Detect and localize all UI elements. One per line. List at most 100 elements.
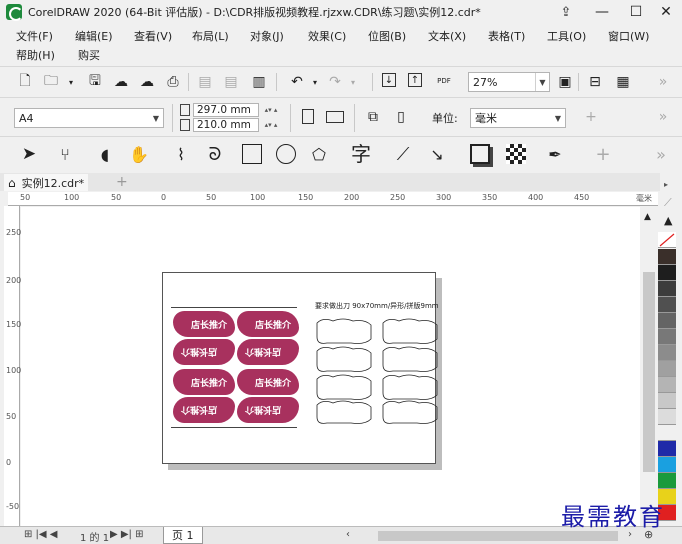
all-pages-icon[interactable]: ⧉ xyxy=(364,108,382,126)
menu-help[interactable]: 帮助(H) xyxy=(14,46,57,64)
color-swatch[interactable] xyxy=(658,345,676,361)
import-icon[interactable]: ↓ xyxy=(382,73,396,87)
palette-up-icon[interactable]: ▲ xyxy=(664,214,672,227)
add-icon[interactable]: + xyxy=(582,108,600,126)
current-page-icon[interactable]: ▯ xyxy=(392,108,410,126)
color-palette[interactable] xyxy=(658,232,676,532)
rulers-toggle-icon[interactable]: ⊟ xyxy=(586,73,604,91)
color-swatch[interactable] xyxy=(658,297,676,313)
color-swatch[interactable] xyxy=(658,393,676,409)
grid-toggle-icon[interactable]: ▦ xyxy=(614,73,632,91)
color-swatch[interactable] xyxy=(658,265,676,281)
menu-view[interactable]: 查看(V) xyxy=(132,27,174,45)
redo-icon[interactable]: ↷ xyxy=(326,73,344,91)
crop-tool-icon[interactable]: ◖ xyxy=(96,145,114,164)
menu-table[interactable]: 表格(T) xyxy=(486,27,527,45)
pan-tool-icon[interactable]: ✋ xyxy=(129,145,149,164)
sticker[interactable]: 店长推介 xyxy=(173,397,235,423)
paste-icon[interactable]: ▥ xyxy=(250,73,268,91)
overflow-chevron-icon[interactable]: » xyxy=(654,73,672,91)
print-icon[interactable]: ⎙ xyxy=(164,73,182,91)
menu-layout[interactable]: 布局(L) xyxy=(190,27,231,45)
sticker[interactable]: 店长推介 xyxy=(237,339,299,365)
scroll-left-icon[interactable]: ‹ xyxy=(346,529,350,540)
color-swatch[interactable] xyxy=(658,409,676,425)
artistic-media-icon[interactable]: ᘐ xyxy=(206,144,224,165)
height-spinner-icon[interactable]: ▴▾ ▴ xyxy=(260,118,282,132)
color-swatch[interactable] xyxy=(658,361,676,377)
horizontal-scrollbar-thumb[interactable] xyxy=(378,531,618,541)
cloud-download-icon[interactable]: ☁ xyxy=(138,73,156,91)
sticker[interactable]: 店长推介 xyxy=(173,369,235,395)
export-icon[interactable]: ↑ xyxy=(408,73,422,87)
new-document-icon[interactable]: 🗋 xyxy=(16,73,34,91)
color-swatch[interactable] xyxy=(658,313,676,329)
connector-tool-icon[interactable]: ↘ xyxy=(428,145,446,164)
ellipse-tool-icon[interactable] xyxy=(276,144,296,164)
docker-expand-icon[interactable]: ▸ xyxy=(664,180,668,189)
menu-file[interactable]: 文件(F) xyxy=(14,27,55,45)
die-cut-outlines[interactable] xyxy=(313,317,443,427)
vertical-scrollbar-thumb[interactable] xyxy=(643,272,655,472)
portrait-icon[interactable] xyxy=(302,109,314,124)
document-page[interactable]: 店长推介 店长推介 店长推介 店长推介 店长推介 店长推介 店长推介 店长推介 xyxy=(162,272,439,464)
chevron-down-icon[interactable]: ▼ xyxy=(149,109,163,127)
chevron-down-icon[interactable]: ▼ xyxy=(535,73,549,91)
color-swatch[interactable] xyxy=(658,425,676,441)
menu-window[interactable]: 窗口(W) xyxy=(606,27,651,45)
redo-dropdown-icon[interactable]: ▾ xyxy=(344,73,362,91)
minimize-button[interactable]: — xyxy=(586,0,618,24)
add-tool-icon[interactable]: + xyxy=(594,144,612,165)
sticker[interactable]: 店长推介 xyxy=(237,369,299,395)
chevron-down-icon[interactable]: ▼ xyxy=(551,109,565,127)
maximize-button[interactable]: ☐ xyxy=(620,0,652,24)
color-swatch[interactable] xyxy=(658,329,676,345)
scroll-up-icon[interactable]: ▲ xyxy=(644,212,651,222)
color-swatch[interactable] xyxy=(658,457,676,473)
eyedropper-tool-icon[interactable]: ✒ xyxy=(546,145,564,164)
account-icon[interactable]: ⇪ xyxy=(550,0,582,24)
page-width-field[interactable]: 297.0 mm xyxy=(193,103,259,117)
overflow-chevron-icon[interactable]: » xyxy=(652,145,670,164)
polygon-tool-icon[interactable]: ⬠ xyxy=(310,145,328,164)
color-swatch[interactable] xyxy=(658,377,676,393)
full-screen-icon[interactable]: ▣ xyxy=(556,73,574,91)
pen-icon[interactable]: ⟋ xyxy=(664,196,672,210)
paper-size-combo[interactable]: A4 ▼ xyxy=(14,108,164,128)
chevron-down-icon[interactable]: ▾ xyxy=(62,73,80,91)
width-spinner-icon[interactable]: ▴▾ ▴ xyxy=(260,103,282,117)
page-height-field[interactable]: 210.0 mm xyxy=(193,118,259,132)
pdf-export-icon[interactable]: PDF xyxy=(434,72,454,90)
undo-dropdown-icon[interactable]: ▾ xyxy=(306,73,324,91)
color-swatch[interactable] xyxy=(658,281,676,297)
document-tab[interactable]: ⌂ 实例12.cdr* xyxy=(4,174,89,191)
zoom-level-combo[interactable]: 27% ▼ xyxy=(468,72,550,92)
undo-icon[interactable]: ↶ xyxy=(288,73,306,91)
freehand-tool-icon[interactable]: ⌇ xyxy=(172,145,190,164)
color-swatch[interactable] xyxy=(658,441,676,457)
color-swatch[interactable] xyxy=(658,473,676,489)
cloud-upload-icon[interactable]: ☁ xyxy=(112,73,130,91)
shape-tool-icon[interactable]: ⑂ xyxy=(56,145,74,164)
drop-shadow-tool-icon[interactable] xyxy=(470,144,490,164)
save-icon[interactable]: 🖫 xyxy=(86,73,104,91)
home-icon[interactable]: ⌂ xyxy=(8,176,16,190)
menu-bitmaps[interactable]: 位图(B) xyxy=(366,27,408,45)
horizontal-ruler[interactable]: 50 100 50 0 50 100 150 200 250 300 350 4… xyxy=(8,192,658,206)
cut-icon[interactable]: ▤ xyxy=(196,73,214,91)
sticker[interactable]: 店长推介 xyxy=(173,339,235,365)
new-tab-button[interactable]: + xyxy=(116,174,128,190)
transparency-tool-icon[interactable] xyxy=(506,144,526,164)
no-color-swatch[interactable] xyxy=(658,232,676,248)
die-cut-note[interactable]: 要求做出刀 90x70mm/异形/拼版9mm xyxy=(315,301,439,311)
landscape-icon[interactable] xyxy=(326,111,344,123)
line-tool-icon[interactable]: ⟋ xyxy=(394,144,412,165)
sticker[interactable]: 店长推介 xyxy=(237,311,299,337)
sticker[interactable]: 店长推介 xyxy=(173,311,235,337)
first-page-icon[interactable]: ⊞ |◀ ◀ xyxy=(24,529,58,540)
text-tool-icon[interactable]: 字 xyxy=(351,142,371,166)
rectangle-tool-icon[interactable] xyxy=(242,144,262,164)
menu-buy[interactable]: 购买 xyxy=(76,46,102,64)
pick-tool-icon[interactable]: ➤ xyxy=(20,144,38,164)
page-tab[interactable]: 页 1 xyxy=(163,527,203,544)
